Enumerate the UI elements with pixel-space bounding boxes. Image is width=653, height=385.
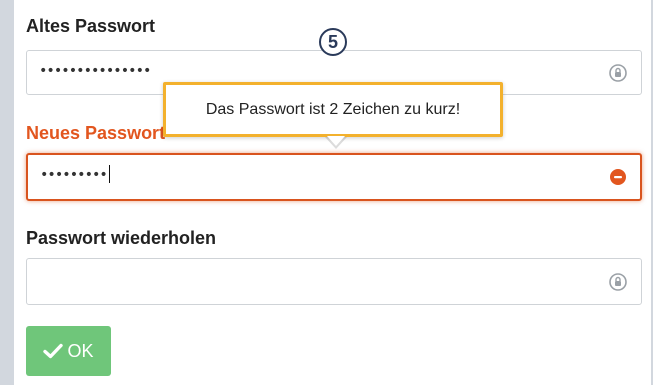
lock-icon (609, 273, 627, 291)
tooltip-text: Das Passwort ist 2 Zeichen zu kurz! (205, 101, 461, 118)
check-icon (43, 343, 64, 359)
new-password-field[interactable]: ••••••••• (26, 153, 642, 201)
ok-button-label: OK (67, 340, 94, 361)
step-number-badge: 5 (319, 28, 347, 56)
tooltip-arrow (327, 136, 345, 146)
ok-button[interactable]: OK (26, 326, 111, 376)
error-icon (610, 169, 626, 185)
old-password-value: ••••••••••••••• (39, 63, 151, 79)
new-password-label: Neues Passwort (26, 123, 166, 143)
new-password-value: ••••••••• (40, 167, 108, 183)
lock-icon (609, 64, 627, 82)
repeat-password-label: Passwort wiederholen (26, 228, 217, 248)
old-password-label: Altes Passwort (26, 16, 156, 36)
new-password-value-wrap: ••••••••• (40, 165, 110, 183)
repeat-password-field[interactable] (26, 258, 642, 305)
validation-tooltip: Das Passwort ist 2 Zeichen zu kurz! (163, 82, 503, 137)
text-cursor (108, 165, 110, 183)
